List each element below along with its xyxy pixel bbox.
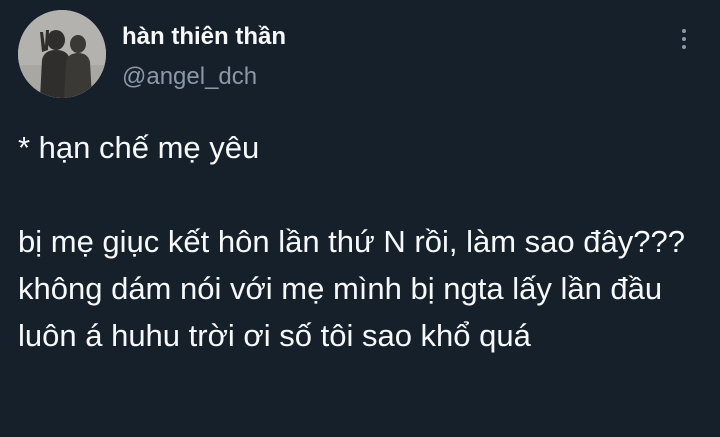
- tweet-card: hàn thiên thần @angel_dch * hạn chế mẹ y…: [0, 0, 720, 437]
- more-vertical-icon: [682, 29, 686, 33]
- avatar-photo-silhouette: [18, 10, 106, 98]
- more-options-button[interactable]: [670, 22, 698, 56]
- tweet-line: bị mẹ giục kết hôn lần thứ N rồi, làm sa…: [18, 224, 685, 259]
- tweet-line: * hạn chế mẹ yêu: [18, 130, 260, 165]
- user-handle[interactable]: @angel_dch: [122, 62, 257, 92]
- more-vertical-icon-dot: [682, 37, 686, 41]
- tweet-line: không dám nói với mẹ mình bị ngta lấy lầ…: [18, 271, 663, 353]
- more-vertical-icon-dot: [682, 45, 686, 49]
- avatar[interactable]: [18, 10, 106, 98]
- tweet-text: * hạn chế mẹ yêu bị mẹ giục kết hôn lần …: [18, 124, 708, 359]
- display-name[interactable]: hàn thiên thần: [122, 22, 286, 52]
